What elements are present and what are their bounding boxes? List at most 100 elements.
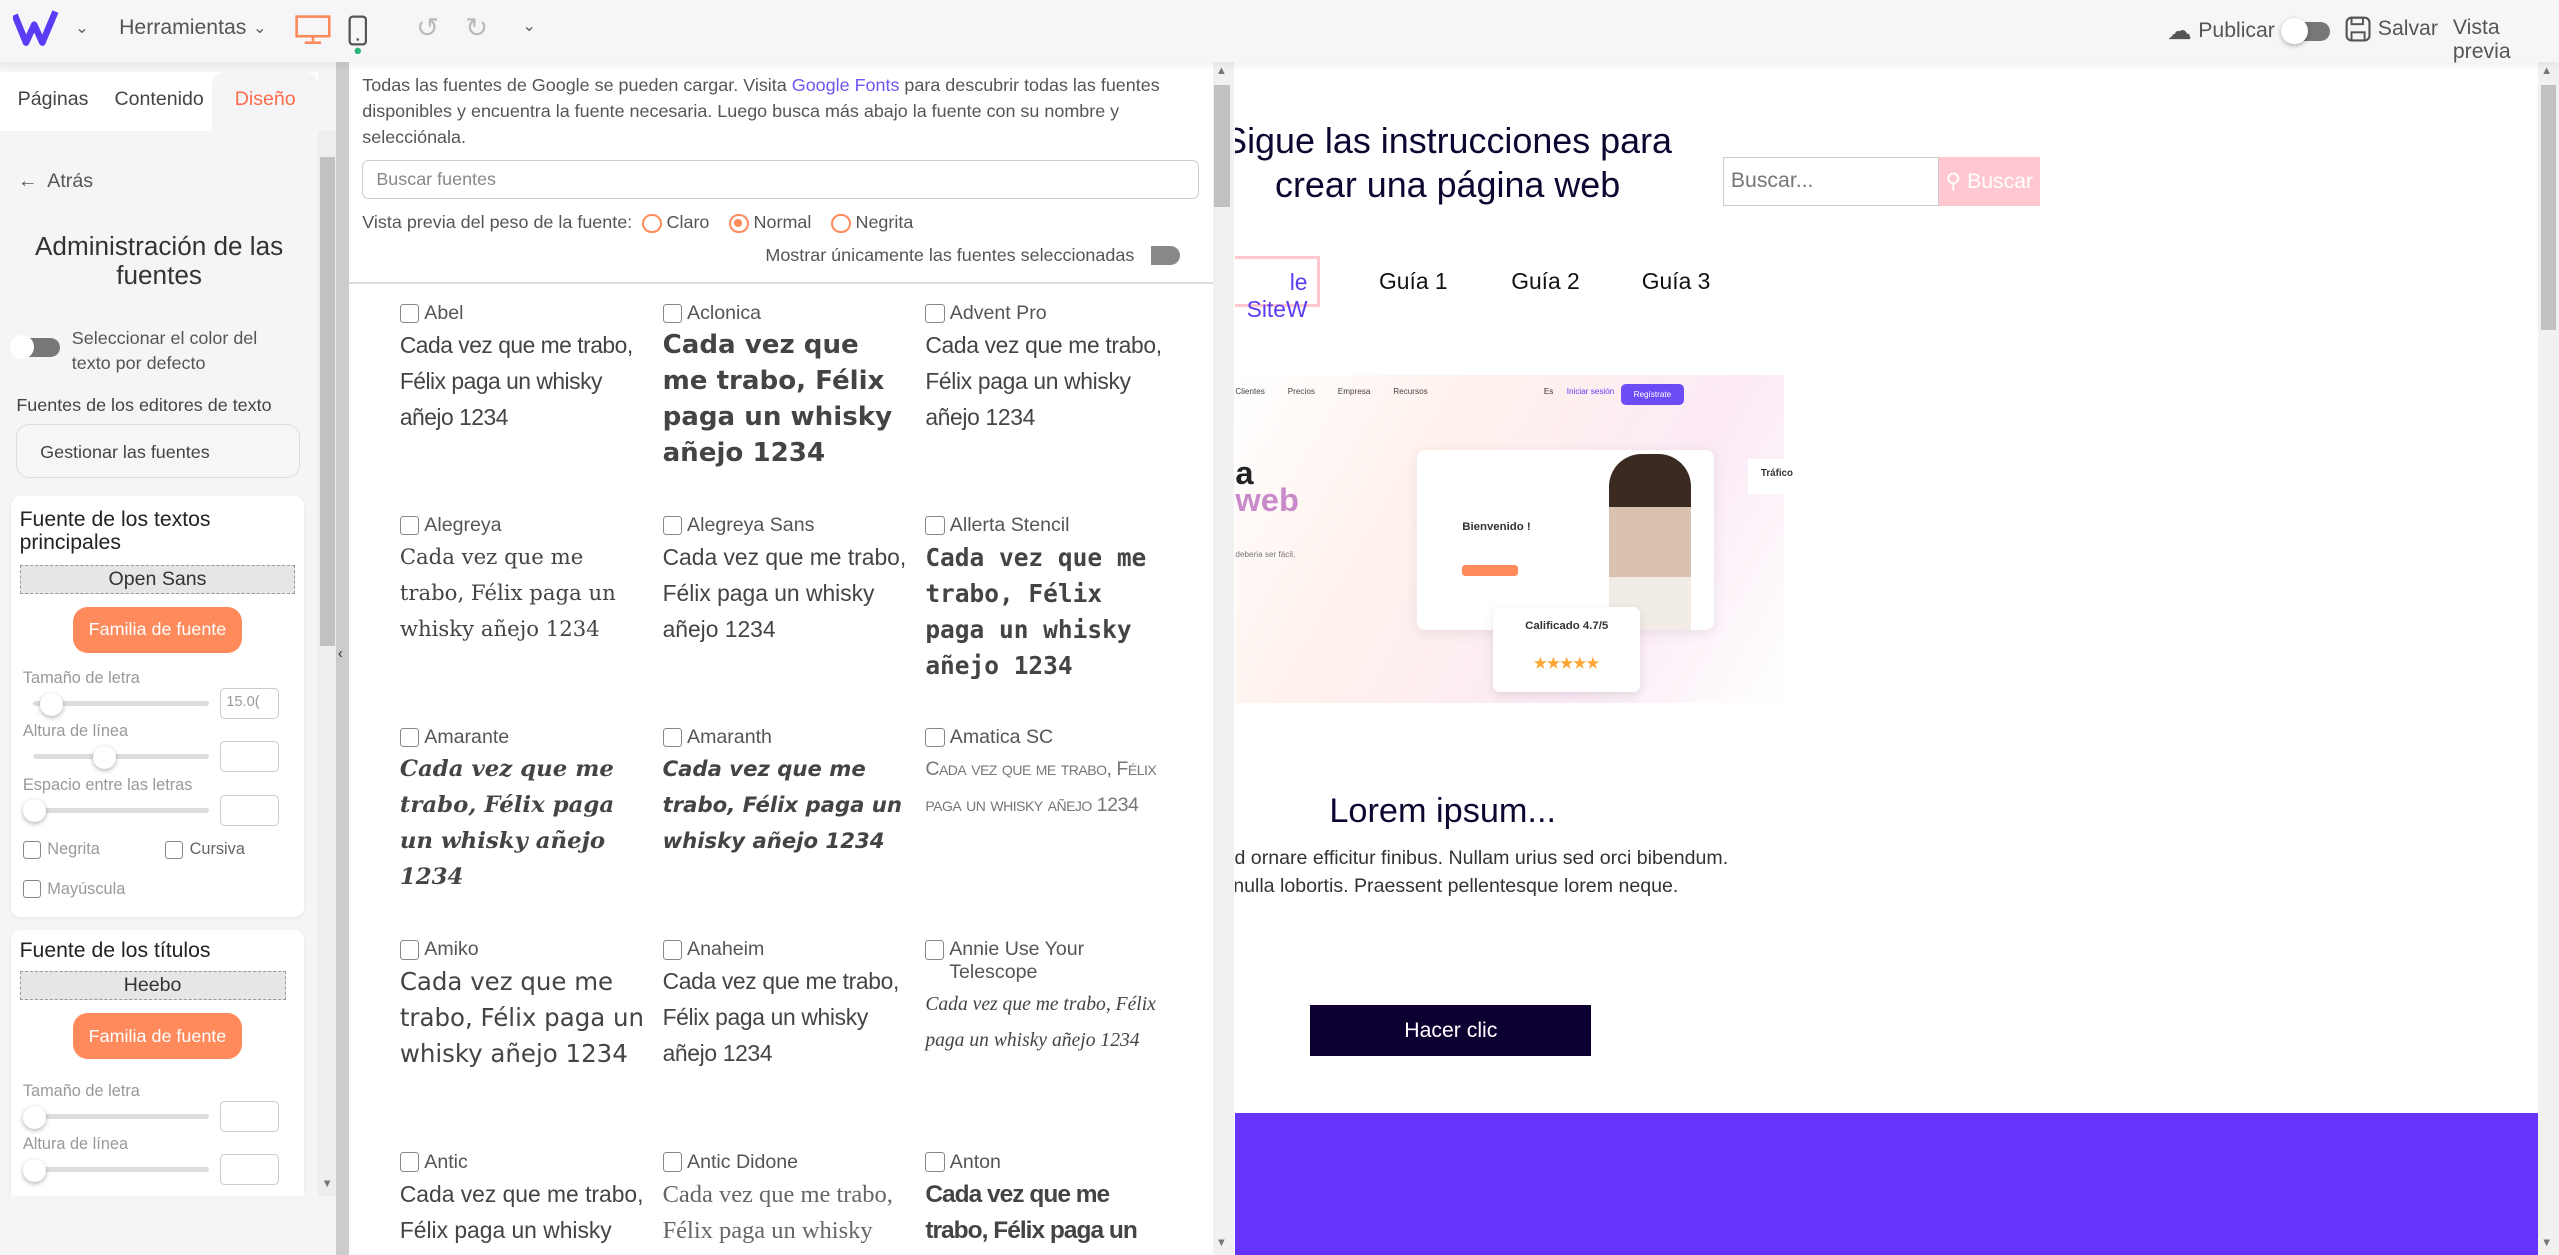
tab-pages[interactable]: Páginas <box>0 72 106 131</box>
preview-scrollbar[interactable]: ▲ ▼ <box>2537 62 2559 1255</box>
font-item: Antic Cada vez que me trabo, Félix paga u… <box>399 1151 645 1255</box>
fonts-description: Todas las fuentes de Google se pueden ca… <box>362 74 1160 148</box>
purple-section <box>1235 1113 2538 1255</box>
nav-item-guide-2[interactable]: Guía 2 <box>1511 268 1580 295</box>
font-checkbox[interactable] <box>662 1152 683 1172</box>
font-family-button[interactable]: Familia de fuente <box>73 1013 242 1060</box>
line-height-slider[interactable] <box>32 746 209 770</box>
tools-label: Herramientas <box>119 16 247 40</box>
desktop-view-button[interactable] <box>295 15 331 44</box>
radio-light[interactable]: Claro <box>641 212 709 234</box>
history-chevron-icon[interactable]: ⌄ <box>522 16 536 36</box>
font-sample: Cada vez que me trabo, Félix paga un whi… <box>925 332 1162 430</box>
font-size-input[interactable] <box>220 1100 280 1132</box>
font-sample: Cada vez que me trabo, Félix paga un whi… <box>399 332 633 430</box>
slider-knob[interactable] <box>93 746 117 770</box>
font-checkbox[interactable] <box>399 727 420 748</box>
line-height-slider[interactable] <box>22 1159 209 1182</box>
nav-item-home[interactable]: le SiteW <box>1235 256 1321 322</box>
font-sample: Cada vez que me trabo, Félix paga un whi… <box>399 545 616 642</box>
uppercase-checkbox[interactable]: Mayúscula <box>22 880 125 899</box>
font-item: Anaheim Cada vez que me trabo, Félix paga… <box>662 938 908 1072</box>
font-checkbox[interactable] <box>662 303 683 324</box>
font-checkbox[interactable] <box>399 515 420 536</box>
font-checkbox[interactable] <box>662 515 683 536</box>
desktop-icon <box>295 15 331 44</box>
font-sample: Cada vez que me trabo, Félix paga un whi… <box>662 968 900 1067</box>
radio-bold[interactable]: Negrita <box>830 212 913 234</box>
font-name: Anton <box>949 1150 1001 1173</box>
slider-knob[interactable] <box>40 692 64 716</box>
font-size-slider[interactable] <box>32 692 209 716</box>
font-sample: Cada vez que me trabo, Félix paga un whi… <box>399 756 615 891</box>
line-height-input[interactable] <box>220 741 280 773</box>
line-height-input[interactable] <box>220 1154 280 1186</box>
nav-item-guide-1[interactable]: Guía 1 <box>1379 268 1448 295</box>
only-selected-toggle[interactable] <box>1150 245 1180 266</box>
slider-knob[interactable] <box>22 1159 46 1182</box>
cta-button[interactable]: Hacer clic <box>1310 1005 1592 1056</box>
redo-icon[interactable]: ↻ <box>465 11 488 44</box>
letter-spacing-input[interactable] <box>220 794 280 826</box>
publish-toggle[interactable] <box>2281 18 2331 45</box>
italic-checkbox[interactable]: Cursiva <box>165 840 245 859</box>
sidebar-scrollbar[interactable]: ▼ <box>318 130 337 1197</box>
section-paragraph: aretra interdum dictum. Sed ornare effic… <box>1235 847 1729 898</box>
italic-label: Cursiva <box>189 840 245 859</box>
tab-content[interactable]: Contenido <box>106 72 212 131</box>
nav-item-guide-3[interactable]: Guía 3 <box>1642 268 1711 295</box>
font-checkbox[interactable] <box>662 727 683 748</box>
manage-fonts-button[interactable]: Gestionar las fuentes <box>16 424 301 479</box>
font-checkbox[interactable] <box>925 303 945 324</box>
font-checkbox[interactable] <box>399 1152 420 1172</box>
bold-checkbox[interactable]: Negrita <box>22 840 100 859</box>
publish-button[interactable]: ☁ Publicar <box>2167 16 2331 46</box>
font-checkbox[interactable] <box>925 940 945 960</box>
tab-design[interactable]: Diseño <box>212 71 319 131</box>
font-size-label: Tamaño de letra <box>22 1081 140 1100</box>
preview-button[interactable]: Vista previa <box>2453 16 2559 64</box>
font-size-input[interactable]: 15.0( <box>220 688 280 720</box>
font-checkbox[interactable] <box>925 515 945 536</box>
titles-font-name: Heebo <box>19 971 286 1001</box>
letter-spacing-slider[interactable] <box>22 799 209 823</box>
font-family-button[interactable]: Familia de fuente <box>73 607 242 653</box>
tools-menu[interactable]: Herramientas ⌄ <box>119 16 266 40</box>
default-text-color-toggle[interactable] <box>9 334 61 360</box>
preview-search-button[interactable]: ⚲ Buscar <box>1938 156 2040 206</box>
font-item: Amaranth Cada vez que me trabo, Félix pag… <box>662 726 908 860</box>
save-button[interactable]: Salvar <box>2345 16 2438 42</box>
divider <box>349 282 1213 284</box>
search-icon: ⚲ <box>1945 169 1962 193</box>
preview-search-input[interactable]: Buscar... <box>1723 156 1939 206</box>
font-search-input[interactable]: Buscar fuentes <box>362 159 1200 200</box>
font-checkbox[interactable] <box>399 303 420 324</box>
google-fonts-link[interactable]: Google Fonts <box>792 75 900 95</box>
scroll-down-icon[interactable]: ▼ <box>321 1178 332 1190</box>
font-sample: Cada vez que me trabo, Félix paga un whi… <box>925 1180 1138 1255</box>
font-checkbox[interactable] <box>662 940 683 960</box>
mobile-icon <box>348 15 367 54</box>
font-item: Amatica SC Cada vez que me trabo, Félix p… <box>925 726 1170 824</box>
back-link[interactable]: ← Atrás <box>18 170 93 193</box>
font-item: Alegreya Sans Cada vez que me trabo, Féli… <box>662 514 908 648</box>
mobile-view-button[interactable] <box>348 15 368 54</box>
font-checkbox[interactable] <box>925 1152 945 1172</box>
fonts-scrollbar[interactable]: ▲ ▼ <box>1212 62 1234 1255</box>
sidebar-tabs: Páginas Contenido Diseño <box>0 71 319 131</box>
letter-spacing-label: Espacio entre las letras <box>22 775 193 794</box>
font-size-slider[interactable] <box>22 1105 209 1129</box>
logo-menu[interactable]: ⌄ <box>13 10 89 46</box>
collapse-handle[interactable]: ‹ <box>336 62 350 1255</box>
font-item: Antic Didone Cada vez que me trabo, Félix… <box>662 1151 908 1255</box>
section-title: Lorem ipsum... <box>1329 791 1556 830</box>
font-name: Amarante <box>424 726 510 749</box>
font-checkbox[interactable] <box>399 940 420 960</box>
radio-normal[interactable]: Normal <box>728 212 811 234</box>
font-checkbox[interactable] <box>925 727 945 748</box>
slider-knob[interactable] <box>22 799 46 823</box>
slider-knob[interactable] <box>22 1105 46 1129</box>
back-label: Atrás <box>47 169 93 192</box>
fonts-panel: Todas las fuentes de Google se pueden ca… <box>349 62 1236 1255</box>
undo-icon[interactable]: ↺ <box>416 11 439 44</box>
